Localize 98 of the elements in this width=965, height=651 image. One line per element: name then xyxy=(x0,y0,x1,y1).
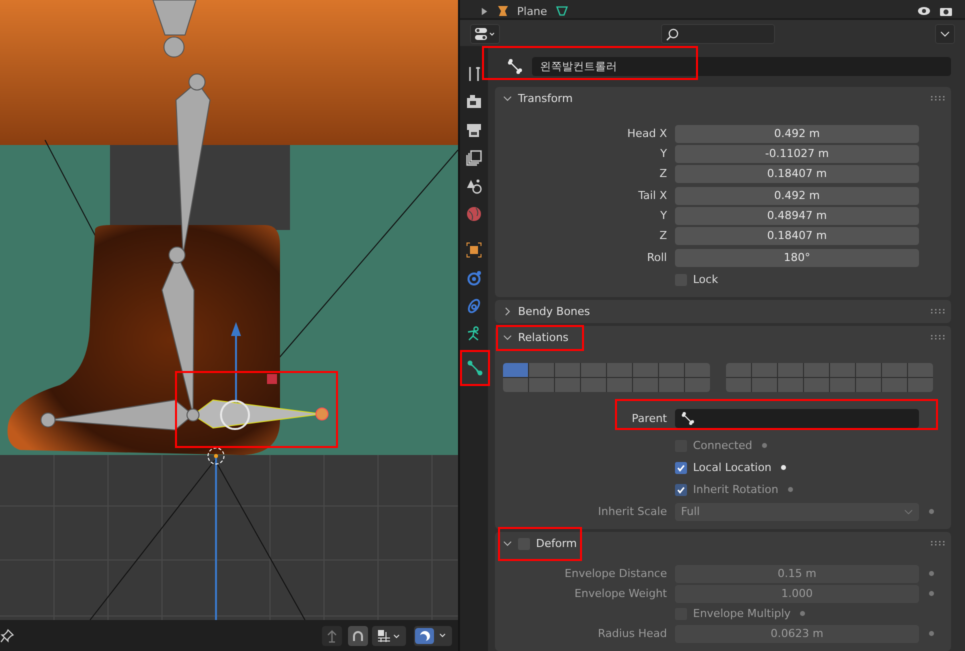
keyframe-dot-icon[interactable] xyxy=(781,465,786,470)
layer-toggle[interactable] xyxy=(726,378,751,392)
layer-toggle[interactable] xyxy=(633,378,658,392)
layer-toggle[interactable] xyxy=(581,363,606,377)
layer-toggle[interactable] xyxy=(882,378,907,392)
camera-back-icon xyxy=(466,94,482,110)
overlay-dropdown[interactable] xyxy=(414,626,452,646)
outliner-item[interactable]: Plane xyxy=(517,4,548,18)
orbit-icon xyxy=(466,270,482,286)
square-icon xyxy=(466,242,482,258)
layer-toggle[interactable] xyxy=(778,378,803,392)
field-label: Y xyxy=(660,209,667,222)
checkbox-label: Local Location xyxy=(693,461,772,474)
layer-toggle[interactable] xyxy=(607,363,632,377)
editor-type-button[interactable] xyxy=(470,24,500,44)
checkbox-label: Lock xyxy=(693,273,718,286)
panel-title[interactable]: Deform xyxy=(536,537,577,550)
pin-icon[interactable] xyxy=(0,628,14,642)
ring-icon xyxy=(466,298,482,314)
panel-title[interactable]: Relations xyxy=(518,331,569,344)
number-field[interactable]: 0.492 m xyxy=(675,124,919,142)
mesh-data-icon xyxy=(555,5,570,17)
layer-toggle[interactable] xyxy=(830,378,855,392)
search-field[interactable] xyxy=(660,24,774,44)
layer-toggle[interactable] xyxy=(752,363,777,377)
field-label: Tail X xyxy=(638,189,667,202)
grid-snap-dropdown[interactable] xyxy=(372,626,406,646)
layer-toggle[interactable] xyxy=(503,363,528,377)
bone-tab[interactable] xyxy=(460,350,490,386)
field-label: Inherit Scale xyxy=(598,505,667,518)
eye-icon[interactable] xyxy=(917,6,931,16)
chevron-down-icon xyxy=(940,31,950,37)
layer-toggle[interactable] xyxy=(607,378,632,392)
checkbox[interactable] xyxy=(675,462,687,474)
field-label: Envelope Distance xyxy=(564,567,667,580)
layer-toggle[interactable] xyxy=(908,363,933,377)
highlight-frame xyxy=(460,350,490,386)
layer-toggle[interactable] xyxy=(529,378,554,392)
layer-toggle[interactable] xyxy=(581,378,606,392)
layer-toggle[interactable] xyxy=(555,378,580,392)
layer-toggle[interactable] xyxy=(503,378,528,392)
number-field[interactable]: 180° xyxy=(675,248,919,266)
globe-icon xyxy=(466,206,482,222)
bone-name-field[interactable]: 왼쪽발컨트롤러 xyxy=(532,56,951,76)
panel-title[interactable]: Transform xyxy=(518,92,573,105)
expand-arrow-icon[interactable] xyxy=(480,6,489,16)
layer-toggle[interactable] xyxy=(752,378,777,392)
drag-handle-icon[interactable] xyxy=(931,335,945,340)
bone-icon xyxy=(681,412,694,425)
arrow-up-icon[interactable] xyxy=(322,626,342,646)
wrench-screwdriver-icon xyxy=(466,66,482,82)
layer-toggle[interactable] xyxy=(555,363,580,377)
layer-toggle[interactable] xyxy=(685,363,710,377)
image-stack-icon xyxy=(466,150,482,166)
printer-icon xyxy=(466,122,482,138)
layer-toggle[interactable] xyxy=(685,378,710,392)
field-label: Z xyxy=(659,229,667,242)
layer-toggle[interactable] xyxy=(804,378,829,392)
checkbox-label: Envelope Multiply xyxy=(693,607,791,620)
layer-toggle[interactable] xyxy=(908,378,933,392)
camera-icon[interactable] xyxy=(939,5,953,17)
number-field[interactable]: 0.48947 m xyxy=(675,206,919,224)
field-label: Parent xyxy=(632,412,667,425)
layer-toggle[interactable] xyxy=(882,363,907,377)
number-field[interactable]: 0.18407 m xyxy=(675,164,919,182)
magnet-icon[interactable] xyxy=(348,626,368,646)
search-icon xyxy=(666,28,678,40)
layer-toggle[interactable] xyxy=(804,363,829,377)
field-label: Envelope Weight xyxy=(574,587,667,600)
field-label: Roll xyxy=(647,251,667,264)
number-field[interactable]: 0.18407 m xyxy=(675,226,919,244)
checkbox-label: Inherit Rotation xyxy=(693,483,778,496)
number-field[interactable]: 0.492 m xyxy=(675,186,919,204)
parent-field[interactable] xyxy=(675,409,919,428)
field-label: Z xyxy=(659,167,667,180)
drag-handle-icon[interactable] xyxy=(931,541,945,546)
number-field[interactable]: -0.11027 m xyxy=(675,144,919,162)
layer-toggle[interactable] xyxy=(856,378,881,392)
bone-icon xyxy=(507,58,522,74)
drag-handle-icon[interactable] xyxy=(931,309,945,314)
layer-toggle[interactable] xyxy=(830,363,855,377)
field-label: Radius Head xyxy=(598,627,667,640)
bone-icon xyxy=(467,360,483,376)
caret-icon xyxy=(904,508,913,514)
layer-toggle[interactable] xyxy=(856,363,881,377)
layer-toggle[interactable] xyxy=(633,363,658,377)
checkbox-label: Connected xyxy=(693,439,752,452)
field-label: Head X xyxy=(627,127,667,140)
layer-toggle[interactable] xyxy=(659,378,684,392)
field-label: Y xyxy=(660,147,667,160)
panel-title[interactable]: Bendy Bones xyxy=(518,305,590,318)
drag-handle-icon[interactable] xyxy=(931,96,945,101)
layer-toggle[interactable] xyxy=(659,363,684,377)
layer-toggle[interactable] xyxy=(778,363,803,377)
layer-toggle[interactable] xyxy=(726,363,751,377)
options-dropdown[interactable] xyxy=(935,24,955,44)
shapes-icon xyxy=(466,178,482,194)
layer-toggle[interactable] xyxy=(529,363,554,377)
